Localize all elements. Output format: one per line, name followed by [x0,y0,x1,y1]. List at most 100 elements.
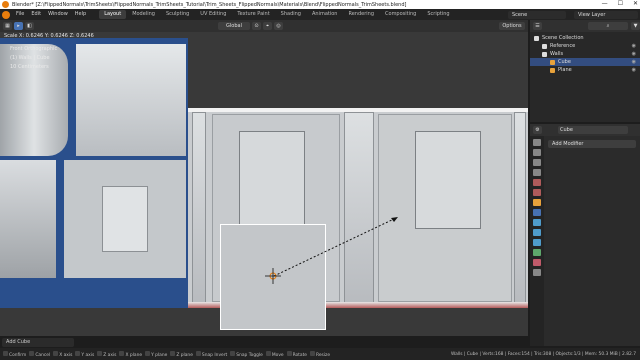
status-move: Move [265,350,284,358]
close-button[interactable]: ✕ [633,0,638,7]
outliner-item-walls[interactable]: Walls ◉ [530,50,640,58]
window-titlebar: Blender* [Z:\FlippedNormals\TrimSheets\F… [0,0,640,9]
scene-selector[interactable]: Scene [508,10,566,19]
particles-tab-icon[interactable] [533,219,541,226]
select-mode-button[interactable]: ▸ [14,22,23,30]
key-icon [119,350,125,356]
mouse-icon [3,350,8,356]
key-icon [286,350,292,356]
outliner-item-reference[interactable]: Reference ◉ [530,42,640,50]
status-x-plane: X plane [119,350,142,358]
outliner-search-input[interactable]: ⌕ [588,22,628,30]
key-icon [230,350,236,356]
status-confirm: Confirm [3,350,26,358]
outliner: Scene Collection Reference ◉ Walls ◉ Cub… [530,32,640,122]
outliner-editor-icon[interactable]: ☰ [533,22,542,30]
tab-scripting[interactable]: Scripting [422,10,454,19]
tab-texture-paint[interactable]: Texture Paint [232,10,274,19]
minimize-button[interactable]: — [602,0,608,7]
tab-rendering[interactable]: Rendering [343,10,379,19]
key-icon [195,350,201,356]
tab-modeling[interactable]: Modeling [127,10,160,19]
modifier-properties: Add Modifier [544,136,640,346]
status-resize: Resize [310,350,330,358]
mesh-object-icon [550,59,555,65]
key-icon [310,350,315,356]
transform-guide [265,217,398,284]
blender-logo-icon [2,1,9,8]
collection-icon [542,51,547,57]
mode-button[interactable]: ◧ [25,22,34,30]
mouse-icon [29,350,35,356]
object-tab-icon[interactable] [533,199,541,206]
top-menubar: File Edit Window Help Layout Modeling Sc… [0,9,640,20]
status-y-axis: Y axis [75,350,94,358]
maximize-button[interactable]: ☐ [618,0,623,7]
render-tab-icon[interactable] [533,149,541,156]
status-rotate: Rotate [286,350,307,358]
menu-help[interactable]: Help [72,10,89,19]
key-icon [145,350,151,356]
menu-window[interactable]: Window [45,10,71,19]
status-y-plane: Y plane [145,350,167,358]
key-icon [53,350,59,356]
world-tab-icon[interactable] [533,189,541,196]
collection-icon [542,43,547,49]
key-icon [75,350,81,356]
outliner-root[interactable]: Scene Collection [530,34,640,42]
blender-menu-icon[interactable] [2,10,10,19]
filter-icon[interactable]: ▼ [631,22,640,30]
tab-compositing[interactable]: Compositing [380,10,421,19]
view-layer-tab-icon[interactable] [533,169,541,176]
mesh-object-icon [550,67,555,73]
proportional-edit-icon[interactable]: ◎ [274,22,283,30]
scene-stats: Walls | Cube | Verts:168 | Faces:154 | T… [451,351,636,357]
menu-file[interactable]: File [13,10,27,19]
options-button[interactable]: Options [499,22,525,30]
status-snap-toggle: Snap Toggle [230,350,263,358]
3d-viewport[interactable]: Scale X: 0.6246 Y: 0.6246 Z: 0.6246 Fron… [0,32,528,336]
tool-tab-icon[interactable] [533,139,541,146]
status-z-plane: Z plane [170,350,193,358]
properties-object-name[interactable]: Cube [558,126,628,134]
modifier-tab-icon[interactable] [533,209,541,216]
scene-tab-icon[interactable] [533,179,541,186]
tab-shading[interactable]: Shading [276,10,306,19]
properties-editor-icon[interactable]: ⚙ [533,126,542,134]
status-cancel: Cancel [29,350,50,358]
tab-sculpting[interactable]: Sculpting [161,10,194,19]
viewport-header: ▦ ▸ ◧ Global ⊙ ⌖ ◎ Options [0,20,528,32]
collection-icon [534,35,539,41]
visibility-eye-icon[interactable]: ◉ [632,51,636,57]
visibility-eye-icon[interactable]: ◉ [632,43,636,49]
status-bar: Confirm Cancel X axis Y axis Z axis X pl… [0,348,640,360]
transform-orientation-select[interactable]: Global [218,22,250,30]
output-tab-icon[interactable] [533,159,541,166]
status-x-axis: X axis [53,350,72,358]
redo-last-panel[interactable]: Add Cube [2,338,74,347]
add-modifier-dropdown[interactable]: Add Modifier [548,140,636,148]
constraints-tab-icon[interactable] [533,239,541,246]
material-tab-icon[interactable] [533,259,541,266]
window-title: Blender* [Z:\FlippedNormals\TrimSheets\F… [12,1,407,8]
tab-layout[interactable]: Layout [99,10,127,19]
key-icon [265,350,271,356]
key-icon [97,350,103,356]
physics-tab-icon[interactable] [533,229,541,236]
status-snap-invert: Snap Invert [195,350,227,358]
menu-edit[interactable]: Edit [28,10,44,19]
view-layer-selector[interactable]: View Layer [574,10,638,19]
visibility-eye-icon[interactable]: ◉ [632,59,636,65]
outliner-item-cube[interactable]: Cube ◉ [530,58,640,66]
properties-tabs [530,136,544,346]
status-z-axis: Z axis [97,350,116,358]
visibility-eye-icon[interactable]: ◉ [632,67,636,73]
data-tab-icon[interactable] [533,249,541,256]
editor-type-button[interactable]: ▦ [3,22,12,30]
texture-tab-icon[interactable] [533,269,541,276]
snap-icon[interactable]: ⌖ [263,22,272,30]
tab-uv-editing[interactable]: UV Editing [195,10,231,19]
pivot-icon[interactable]: ⊙ [252,22,261,30]
tab-animation[interactable]: Animation [307,10,343,19]
outliner-item-plane[interactable]: Plane ◉ [530,66,640,74]
